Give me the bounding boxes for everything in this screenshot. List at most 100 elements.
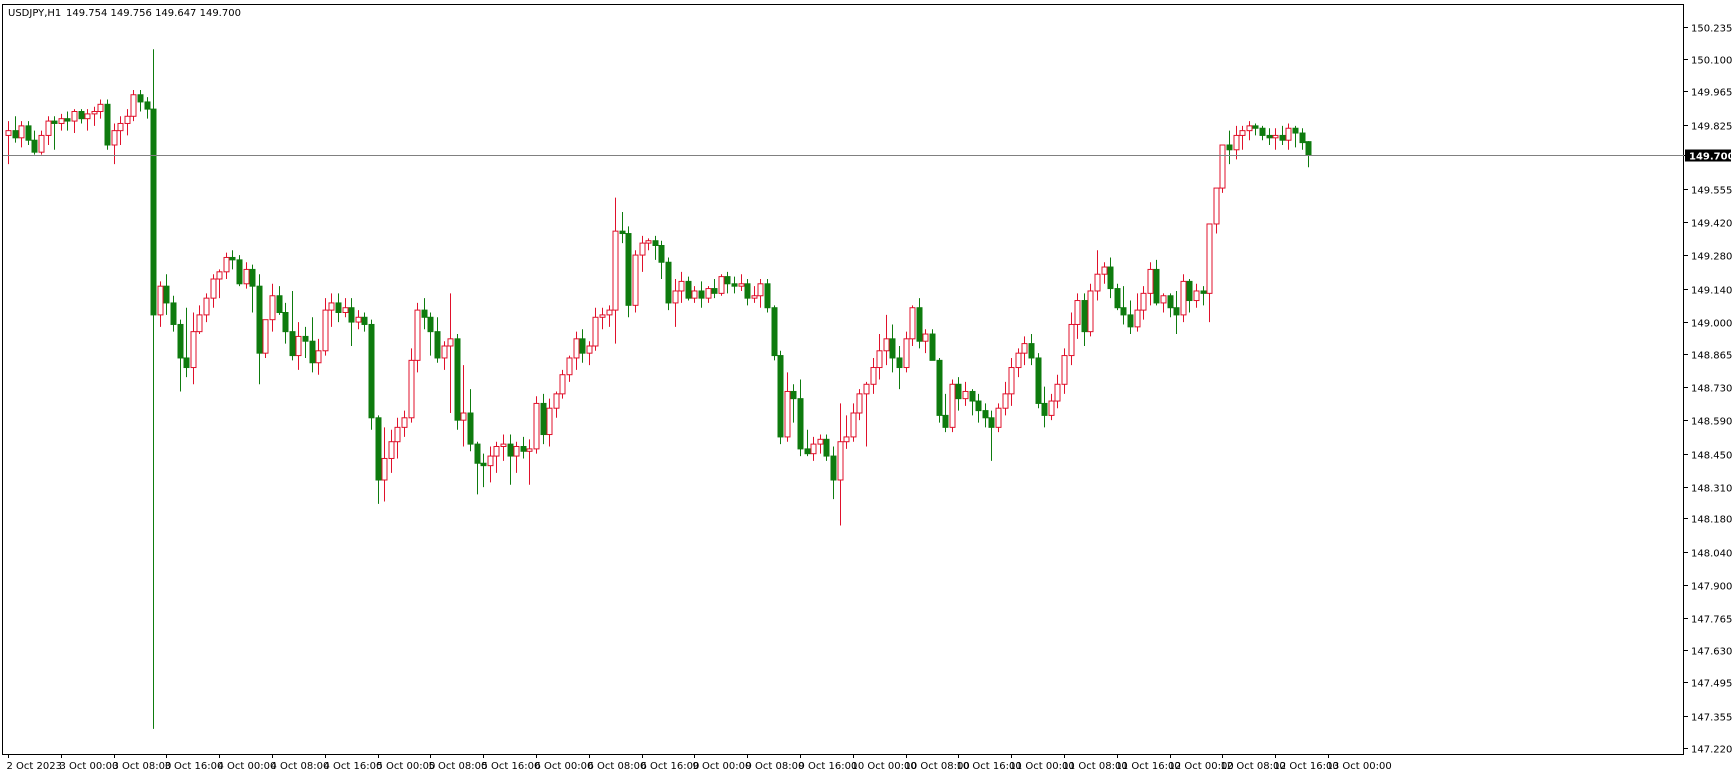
candle-body-bear <box>427 316 434 333</box>
candle-body-bear <box>104 103 111 146</box>
candle-body-bull <box>328 302 335 311</box>
x-tick-label: 5 Oct 08:00 <box>429 761 488 772</box>
candle-body-bull <box>1061 355 1068 385</box>
x-tick-label: 2 Oct 2023 <box>7 761 62 772</box>
x-tick-label: 9 Oct 08:00 <box>746 761 805 772</box>
candle-body-bear <box>652 240 659 246</box>
candle-body-bull <box>190 331 197 369</box>
candle-body-bull <box>388 441 395 459</box>
candle-body-bear <box>163 285 170 304</box>
candle-body-bull <box>216 271 223 280</box>
candle-body-bull <box>5 130 12 136</box>
candle-body-bull <box>117 122 124 132</box>
y-tick-label: 149.825 <box>1691 122 1732 133</box>
candle-body-bull <box>678 280 685 292</box>
candle-body-bull <box>91 111 98 115</box>
candle-body-bull <box>870 367 877 385</box>
candle-body-bull <box>447 338 454 347</box>
candle-body-bear <box>375 417 382 481</box>
candle-body-bull <box>97 103 104 112</box>
candle-body-bull <box>1246 125 1253 132</box>
candle-body-bear <box>229 256 236 261</box>
candle-body-bear <box>1173 307 1180 316</box>
candle-body-bear <box>1299 132 1306 144</box>
candle-body-bull <box>850 412 857 438</box>
candle-body-bull <box>817 438 824 445</box>
candle-body-bear <box>797 398 804 450</box>
y-tick-label: 149.000 <box>1691 319 1732 330</box>
x-tick-label: 5 Oct 16:00 <box>482 761 541 772</box>
candle-body-bull <box>441 345 448 359</box>
candle-body-bull <box>922 333 929 342</box>
x-tick-label: 3 Oct 08:00 <box>113 761 172 772</box>
x-tick-label: 3 Oct 16:00 <box>165 761 224 772</box>
candle-body-bear <box>889 338 896 359</box>
y-tick-label: 149.420 <box>1691 219 1732 230</box>
candle-body-bull <box>243 268 250 285</box>
candle-body-bull <box>566 357 573 376</box>
candle-body-bear <box>1035 357 1042 404</box>
candle-body-bull <box>342 307 349 314</box>
chart-header: USDJPY,H1 149.754 149.756 149.647 149.70… <box>8 8 241 19</box>
candle-body-bull <box>210 278 217 299</box>
x-tick-label: 6 Oct 08:00 <box>588 761 647 772</box>
candle-body-bull <box>546 407 553 436</box>
candle-body-bear <box>335 302 342 313</box>
candle-body-bear <box>361 316 368 325</box>
candle-body-bull <box>223 256 230 273</box>
candle-body-bear <box>276 295 283 313</box>
candle-body-bull <box>295 335 302 357</box>
symbol-label: USDJPY,H1 <box>8 8 61 19</box>
candle-body-bear <box>1186 280 1193 302</box>
candle-body-bull <box>639 242 646 256</box>
candle-body-bear <box>731 283 738 287</box>
candle-body-bull <box>705 288 712 299</box>
candle-body-bull <box>606 309 613 316</box>
x-tick-label: 9 Oct 00:00 <box>693 761 752 772</box>
x-tick-label: 3 Oct 00:00 <box>60 761 119 772</box>
candle-body-bull <box>784 390 791 438</box>
candle-body-bear <box>31 139 38 153</box>
candle-body-bear <box>579 338 586 354</box>
candle-body-bull <box>863 383 870 395</box>
candle-body-bear <box>982 410 989 419</box>
candle-body-bull <box>1285 127 1292 141</box>
x-tick-label: 6 Oct 00:00 <box>535 761 594 772</box>
candle-body-bear <box>777 355 784 438</box>
candle-body-bull <box>1021 343 1028 354</box>
candle-body-bear <box>309 340 316 364</box>
candle-body-bull <box>533 402 540 450</box>
y-tick-label: 147.495 <box>1691 679 1732 690</box>
x-tick-label: 5 Oct 00:00 <box>377 761 436 772</box>
candle-body-bull <box>718 276 725 294</box>
candle-body-bull <box>1134 309 1141 328</box>
current-price-tag: 149.700 <box>1685 149 1733 163</box>
candle-body-bull <box>45 120 52 136</box>
candle-body-bull <box>837 441 844 481</box>
candle-body-bear <box>790 390 797 400</box>
y-tick-label: 149.555 <box>1691 186 1732 197</box>
candle-body-bull <box>1054 383 1061 402</box>
y-tick-label: 147.630 <box>1691 647 1732 658</box>
candle-body-bear <box>249 268 256 287</box>
candle-body-bear <box>619 230 626 235</box>
x-tick-label: 13 Oct 00:00 <box>1327 761 1392 772</box>
candle-body-bear <box>823 438 830 457</box>
candle-body-bear <box>698 290 705 299</box>
candle-body-bull <box>645 240 652 244</box>
candle-body-bear <box>896 357 903 369</box>
candle-body-bull <box>1193 290 1200 302</box>
x-tick-label: 6 Oct 16:00 <box>641 761 700 772</box>
candle-body-bull <box>1101 266 1108 275</box>
candle-body-bear <box>711 288 718 294</box>
candle-body-bear <box>1167 295 1174 309</box>
candle-body-bear <box>144 101 151 110</box>
candle-body-bear <box>1081 300 1088 333</box>
candle-body-bull <box>1015 352 1022 369</box>
y-tick-label: 148.180 <box>1691 515 1732 526</box>
candle-body-bull <box>962 390 969 400</box>
candle-body-bull <box>1180 280 1187 316</box>
candle-body-bull <box>1239 130 1246 136</box>
candle-body-bull <box>1068 323 1075 357</box>
candle-body-bull <box>632 254 639 306</box>
